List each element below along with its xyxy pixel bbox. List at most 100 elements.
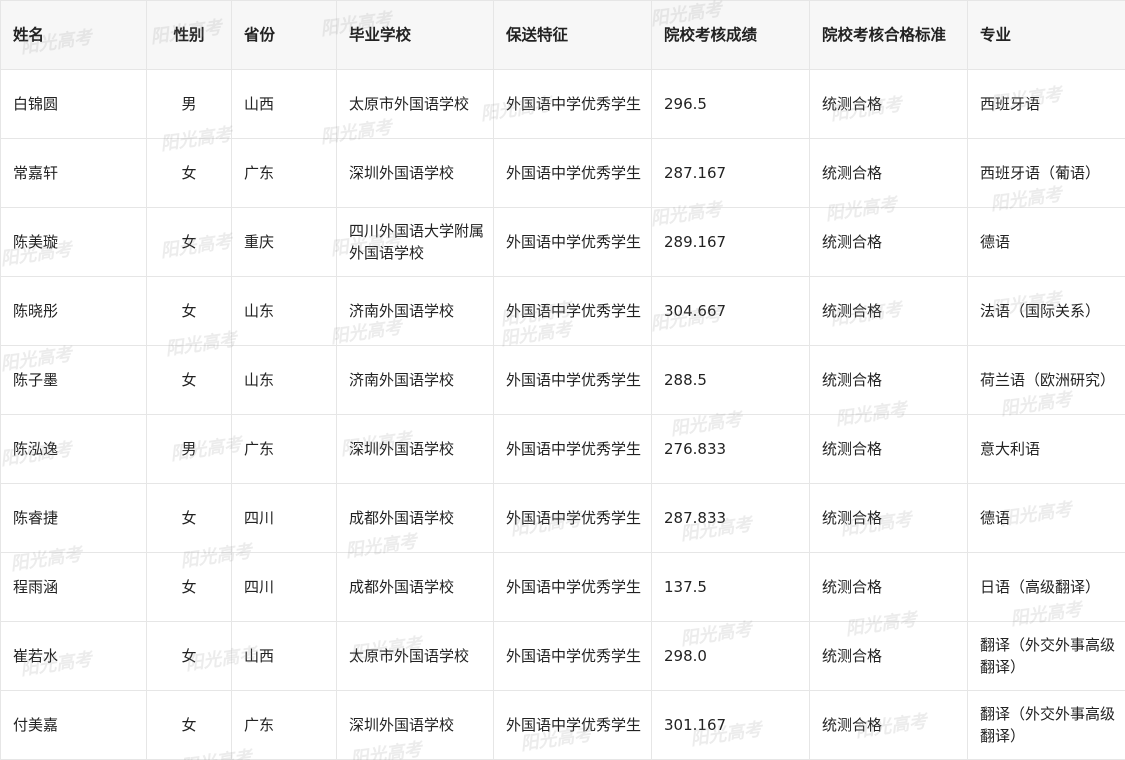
- table-row: 陈睿捷女四川 成都外国语学校 外国语中学优秀学生 287.833 统测合格 德语: [0, 483, 1125, 553]
- cell-gender: 女: [146, 552, 232, 622]
- table-header-row: 姓名 性别 省份 毕业学校 保送特征 院校考核成绩 院校考核合格标准 专业: [0, 0, 1125, 70]
- cell-school: 太原市外国语学校: [336, 69, 494, 139]
- table-body: 白锦圆男山西 太原市外国语学校 外国语中学优秀学生 296.5 统测合格 西班牙语 常嘉轩女…: [0, 69, 1125, 760]
- header-province: 省份: [231, 0, 337, 70]
- header-major: 专业: [967, 0, 1125, 70]
- cell-major: 德语: [967, 483, 1125, 553]
- cell-major: 西班牙语（葡语）: [967, 138, 1125, 208]
- header-standard: 院校考核合格标准: [809, 0, 968, 70]
- cell-major: 翻译（外交外事高级翻译）: [967, 621, 1125, 691]
- cell-gender: 女: [146, 138, 232, 208]
- cell-name: 陈睿捷: [0, 483, 147, 553]
- cell-feature: 外国语中学优秀学生: [493, 552, 652, 622]
- header-gender: 性别: [146, 0, 232, 70]
- cell-standard: 统测合格: [809, 621, 968, 691]
- cell-school: 太原市外国语学校: [336, 621, 494, 691]
- cell-school: 深圳外国语学校: [336, 690, 494, 760]
- cell-score: 298.0: [651, 621, 810, 691]
- header-school: 毕业学校: [336, 0, 494, 70]
- cell-standard: 统测合格: [809, 276, 968, 346]
- cell-feature: 外国语中学优秀学生: [493, 345, 652, 415]
- admission-table: 姓名 性别 省份 毕业学校 保送特征 院校考核成绩 院校考核合格标准 专业 白锦…: [0, 0, 1125, 760]
- cell-province: 广东: [231, 414, 337, 484]
- header-score: 院校考核成绩: [651, 0, 810, 70]
- cell-gender: 男: [146, 414, 232, 484]
- cell-name: 陈泓逸: [0, 414, 147, 484]
- cell-gender: 女: [146, 690, 232, 760]
- cell-score: 296.5: [651, 69, 810, 139]
- cell-score: 287.833: [651, 483, 810, 553]
- table-row: 程雨涵女四川 成都外国语学校 外国语中学优秀学生 137.5 统测合格 日语（高级翻译）: [0, 552, 1125, 622]
- cell-major: 西班牙语: [967, 69, 1125, 139]
- table-row: 付美嘉女广东 深圳外国语学校 外国语中学优秀学生 301.167 统测合格 翻译（外交外事…: [0, 690, 1125, 760]
- cell-name: 程雨涵: [0, 552, 147, 622]
- cell-feature: 外国语中学优秀学生: [493, 414, 652, 484]
- table-row: 陈晓彤女山东 济南外国语学校 外国语中学优秀学生 304.667 统测合格 法语（国际关系…: [0, 276, 1125, 346]
- cell-school: 济南外国语学校: [336, 276, 494, 346]
- cell-score: 288.5: [651, 345, 810, 415]
- cell-feature: 外国语中学优秀学生: [493, 690, 652, 760]
- cell-school: 济南外国语学校: [336, 345, 494, 415]
- cell-gender: 女: [146, 207, 232, 277]
- cell-province: 山西: [231, 621, 337, 691]
- table-row: 崔若水女山西 太原市外国语学校 外国语中学优秀学生 298.0 统测合格 翻译（外交外事高…: [0, 621, 1125, 691]
- table-row: 常嘉轩女广东 深圳外国语学校 外国语中学优秀学生 287.167 统测合格 西班牙语（葡语…: [0, 138, 1125, 208]
- table-row: 陈美璇女重庆 四川外国语大学附属外国语学校 外国语中学优秀学生 289.167 统测合格…: [0, 207, 1125, 277]
- cell-name: 陈晓彤: [0, 276, 147, 346]
- cell-school: 成都外国语学校: [336, 483, 494, 553]
- cell-feature: 外国语中学优秀学生: [493, 69, 652, 139]
- cell-feature: 外国语中学优秀学生: [493, 138, 652, 208]
- cell-province: 山东: [231, 276, 337, 346]
- cell-name: 白锦圆: [0, 69, 147, 139]
- table-row: 白锦圆男山西 太原市外国语学校 外国语中学优秀学生 296.5 统测合格 西班牙语: [0, 69, 1125, 139]
- cell-score: 287.167: [651, 138, 810, 208]
- cell-standard: 统测合格: [809, 138, 968, 208]
- cell-province: 四川: [231, 483, 337, 553]
- cell-standard: 统测合格: [809, 345, 968, 415]
- cell-province: 山东: [231, 345, 337, 415]
- cell-standard: 统测合格: [809, 690, 968, 760]
- cell-major: 意大利语: [967, 414, 1125, 484]
- cell-name: 陈子墨: [0, 345, 147, 415]
- cell-school: 成都外国语学校: [336, 552, 494, 622]
- cell-province: 重庆: [231, 207, 337, 277]
- cell-province: 山西: [231, 69, 337, 139]
- cell-gender: 女: [146, 483, 232, 553]
- header-name: 姓名: [0, 0, 147, 70]
- cell-standard: 统测合格: [809, 207, 968, 277]
- cell-feature: 外国语中学优秀学生: [493, 276, 652, 346]
- cell-major: 德语: [967, 207, 1125, 277]
- cell-standard: 统测合格: [809, 483, 968, 553]
- header-feature: 保送特征: [493, 0, 652, 70]
- cell-school: 深圳外国语学校: [336, 414, 494, 484]
- cell-major: 法语（国际关系）: [967, 276, 1125, 346]
- cell-feature: 外国语中学优秀学生: [493, 483, 652, 553]
- cell-score: 301.167: [651, 690, 810, 760]
- cell-name: 崔若水: [0, 621, 147, 691]
- cell-province: 广东: [231, 138, 337, 208]
- cell-standard: 统测合格: [809, 414, 968, 484]
- cell-major: 翻译（外交外事高级翻译）: [967, 690, 1125, 760]
- cell-score: 276.833: [651, 414, 810, 484]
- cell-province: 广东: [231, 690, 337, 760]
- cell-name: 常嘉轩: [0, 138, 147, 208]
- cell-feature: 外国语中学优秀学生: [493, 621, 652, 691]
- table-row: 陈泓逸男广东 深圳外国语学校 外国语中学优秀学生 276.833 统测合格 意大利语: [0, 414, 1125, 484]
- cell-score: 137.5: [651, 552, 810, 622]
- cell-major: 日语（高级翻译）: [967, 552, 1125, 622]
- cell-score: 289.167: [651, 207, 810, 277]
- table-row: 陈子墨女山东 济南外国语学校 外国语中学优秀学生 288.5 统测合格 荷兰语（欧洲研究）: [0, 345, 1125, 415]
- cell-gender: 女: [146, 276, 232, 346]
- cell-name: 付美嘉: [0, 690, 147, 760]
- cell-gender: 女: [146, 621, 232, 691]
- cell-gender: 男: [146, 69, 232, 139]
- cell-major: 荷兰语（欧洲研究）: [967, 345, 1125, 415]
- cell-gender: 女: [146, 345, 232, 415]
- cell-feature: 外国语中学优秀学生: [493, 207, 652, 277]
- cell-name: 陈美璇: [0, 207, 147, 277]
- cell-province: 四川: [231, 552, 337, 622]
- cell-school: 深圳外国语学校: [336, 138, 494, 208]
- cell-school: 四川外国语大学附属外国语学校: [336, 207, 494, 277]
- cell-score: 304.667: [651, 276, 810, 346]
- cell-standard: 统测合格: [809, 552, 968, 622]
